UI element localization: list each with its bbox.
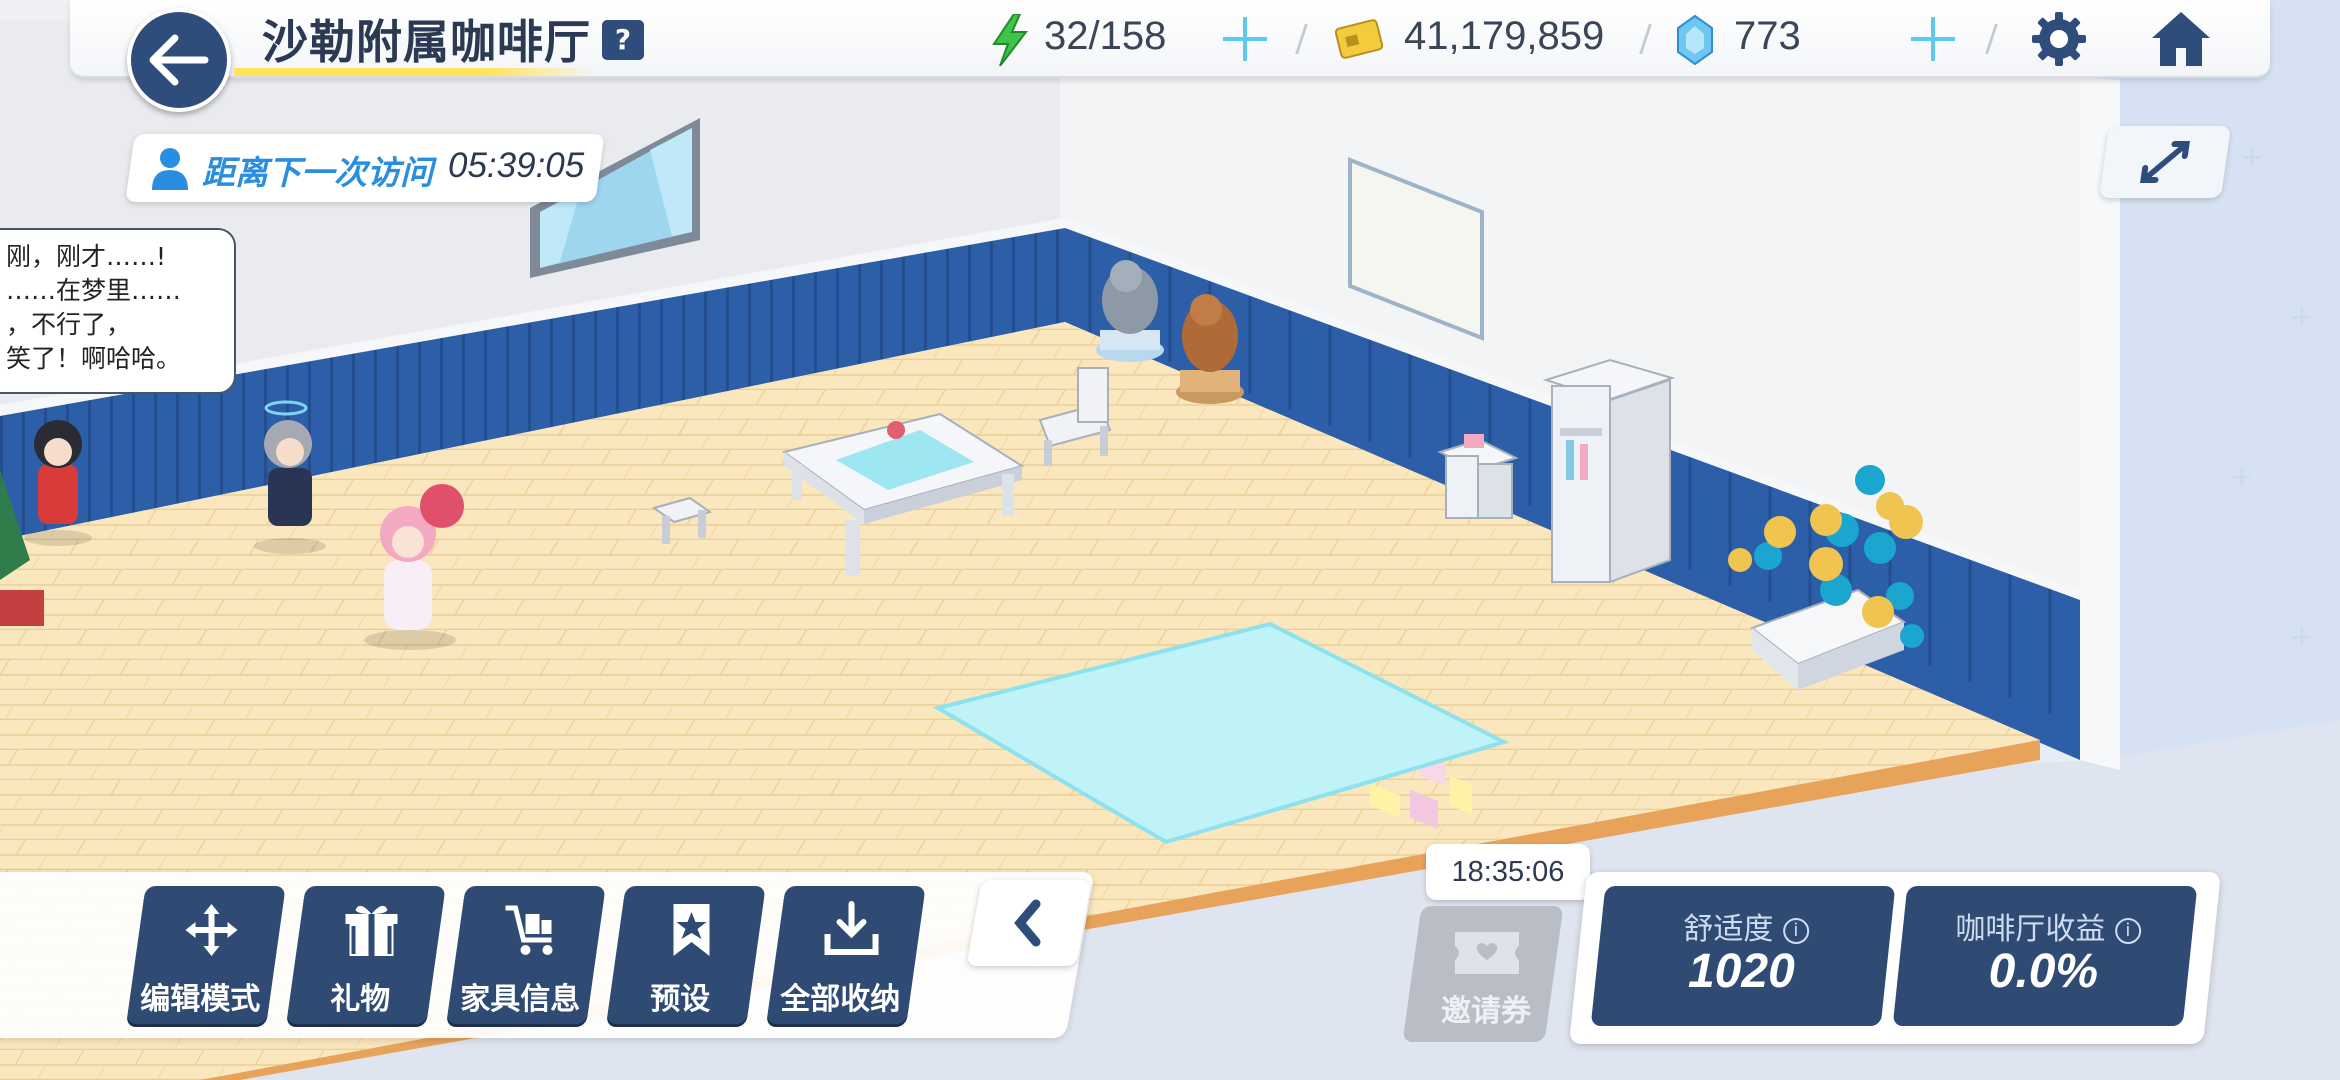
info-icon[interactable]: i [1782,917,1809,944]
comfort-label: 舒适度 i [1601,904,1891,948]
page-title: 沙勒附属咖啡厅 [262,15,591,69]
edit-mode-label: 编辑模式 [140,982,261,1017]
background-plus-decoration: + [2290,620,2314,653]
stamina-value: 32/158 [1044,14,1167,58]
bookshelf [1542,358,1676,584]
credit-card-icon [1334,19,1384,59]
furniture-info-label: 家具信息 [460,982,581,1017]
pyroxene-gem-icon [1677,14,1713,66]
download-tray-icon [824,901,879,955]
home-icon[interactable] [2150,8,2212,70]
furniture-info-button[interactable]: 家具信息 [446,886,606,1024]
back-button[interactable] [127,8,231,112]
comfort-value: 1020 [1687,945,1795,998]
speech-line: 刚，刚才……! [6,242,167,271]
speech-line: ，不行了， [6,310,132,339]
revenue-value: 0.0% [1988,945,2099,998]
background-plus-decoration: + [2230,460,2254,493]
pyroxene-value: 773 [1734,14,1801,58]
add-pyroxene-button[interactable] [1908,14,1958,64]
gift-button[interactable]: 礼物 [286,886,446,1024]
title-underline [234,68,596,76]
gift-label: 礼物 [330,982,391,1017]
speech-line: ……在梦里…… [6,276,182,305]
revenue-stat: 咖啡厅收益 i 0.0% [1892,886,2198,1026]
preset-button[interactable]: 预设 [606,886,766,1024]
store-all-button[interactable]: 全部收纳 [766,886,926,1024]
collapse-toolbar-button[interactable] [966,880,1092,966]
revenue-label: 咖啡厅收益 i [1903,904,2193,948]
lightning-bolt-icon [992,14,1029,66]
move-arrows-icon [185,904,238,956]
arrow-left-icon [149,34,209,86]
invitation-timer: 18:35:06 [1426,844,1590,900]
info-icon[interactable]: i [2114,917,2141,944]
background-plus-decoration: + [2290,300,2314,333]
character-speech-bubble: 刚，刚才……! ……在梦里…… ，不行了， 笑了！啊哈哈。 [0,228,236,394]
chevron-left-icon [1014,899,1041,947]
help-button[interactable]: ? [602,20,644,60]
background-plus-decoration: + [2240,140,2264,173]
person-icon [152,148,188,190]
preset-label: 预设 [650,982,711,1017]
add-stamina-button[interactable] [1220,14,1270,64]
fullscreen-button[interactable] [2098,126,2232,198]
expand-arrows-icon [2140,141,2190,183]
speech-line: 笑了！啊哈哈。 [6,344,182,373]
coffee-ticket-icon [1454,932,1519,974]
invitation-ticket-label: 邀请券 [1441,994,1531,1029]
next-visit-label: 距离下一次访问 [202,153,433,192]
gear-icon[interactable] [2030,10,2088,68]
bookmark-star-icon [673,904,710,956]
store-all-label: 全部收纳 [780,982,901,1017]
credits-value: 41,179,859 [1404,14,1605,58]
gift-icon [345,905,398,956]
comfort-stat: 舒适度 i 1020 [1590,886,1896,1026]
edit-mode-button[interactable]: 编辑模式 [126,886,286,1024]
cart-icon [505,905,553,955]
next-visit-time: 05:39:05 [448,146,585,185]
